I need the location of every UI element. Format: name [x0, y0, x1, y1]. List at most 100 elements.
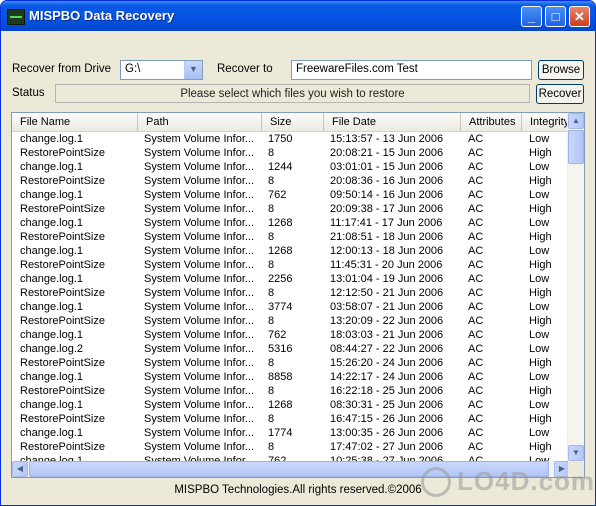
column-header-integrity[interactable]: Integrity: [522, 113, 570, 131]
cell-file-name: change.log.1: [20, 189, 83, 201]
cell-attributes: AC: [468, 231, 484, 243]
cell-size: 1750: [268, 133, 293, 145]
column-header-size[interactable]: Size: [262, 113, 324, 131]
cell-size: 8: [268, 259, 275, 271]
cell-path: System Volume Infor...: [144, 189, 255, 201]
cell-file-date: 21:08:51 - 18 Jun 2006: [330, 231, 444, 243]
cell-attributes: AC: [468, 441, 484, 453]
cell-file-name: change.log.2: [20, 343, 83, 355]
cell-integrity: Low: [529, 427, 550, 439]
cell-file-name: RestorePointSize: [20, 259, 105, 271]
table-row[interactable]: RestorePointSize System Volume Infor... 8 1…: [12, 356, 570, 370]
watermark-circle-icon: [421, 467, 451, 497]
cell-file-date: 17:47:02 - 27 Jun 2006: [330, 441, 444, 453]
table-row[interactable]: change.log.1 System Volume Infor... 1268 11…: [12, 216, 570, 230]
browse-button[interactable]: Browse: [538, 60, 584, 80]
cell-attributes: AC: [468, 399, 484, 411]
table-row[interactable]: RestorePointSize System Volume Infor... 8 1…: [12, 314, 570, 328]
table-row[interactable]: RestorePointSize System Volume Infor... 8 1…: [12, 412, 570, 426]
cell-integrity: Low: [529, 371, 550, 383]
table-row[interactable]: RestorePointSize System Volume Infor... 8 1…: [12, 384, 570, 398]
table-row[interactable]: change.log.2 System Volume Infor... 5316 08…: [12, 342, 570, 356]
cell-file-name: change.log.1: [20, 217, 83, 229]
cell-file-name: RestorePointSize: [20, 441, 105, 453]
table-row[interactable]: change.log.1 System Volume Infor... 2256 13…: [12, 272, 570, 286]
dropdown-arrow-icon[interactable]: ▼: [184, 61, 202, 79]
table-row[interactable]: RestorePointSize System Volume Infor... 8 1…: [12, 440, 570, 454]
column-header-attributes[interactable]: Attributes: [461, 113, 522, 131]
app-icon[interactable]: [7, 9, 25, 25]
table-row[interactable]: change.log.1 System Volume Infor... 3774 03…: [12, 300, 570, 314]
table-row[interactable]: RestorePointSize System Volume Infor... 8 1…: [12, 258, 570, 272]
scroll-up-icon[interactable]: ▲: [568, 113, 584, 129]
cell-size: 762: [268, 189, 287, 201]
cell-file-date: 13:20:09 - 22 Jun 2006: [330, 315, 444, 327]
table-row[interactable]: change.log.1 System Volume Infor... 762 18:…: [12, 328, 570, 342]
cell-attributes: AC: [468, 217, 484, 229]
cell-size: 8: [268, 385, 275, 397]
cell-file-date: 11:17:41 - 17 Jun 2006: [330, 217, 443, 229]
column-header-file-date[interactable]: File Date: [324, 113, 461, 131]
cell-size: 1268: [268, 217, 293, 229]
scroll-down-icon[interactable]: ▼: [568, 445, 584, 461]
table-row[interactable]: RestorePointSize System Volume Infor... 8 2…: [12, 202, 570, 216]
minimize-button[interactable]: _: [521, 6, 542, 27]
file-list[interactable]: File Name Path Size File Date Attributes…: [11, 112, 585, 478]
close-button[interactable]: ✕: [569, 6, 590, 27]
table-row[interactable]: change.log.1 System Volume Infor... 1244 03…: [12, 160, 570, 174]
cell-integrity: High: [529, 203, 552, 215]
cell-integrity: Low: [529, 133, 550, 145]
vertical-scrollbar[interactable]: ▲ ▼: [567, 113, 584, 461]
scroll-left-icon[interactable]: ◀: [12, 461, 28, 477]
table-row[interactable]: RestorePointSize System Volume Infor... 8 2…: [12, 230, 570, 244]
list-header: File Name Path Size File Date Attributes…: [12, 113, 570, 132]
table-row[interactable]: change.log.1 System Volume Infor... 762 09:…: [12, 188, 570, 202]
cell-file-name: change.log.1: [20, 273, 83, 285]
cell-path: System Volume Infor...: [144, 231, 255, 243]
recover-button[interactable]: Recover: [536, 84, 584, 104]
cell-size: 8: [268, 203, 275, 215]
app-window: MISPBO Data Recovery _ □ ✕ Recover from …: [0, 0, 596, 506]
maximize-button[interactable]: □: [545, 6, 566, 27]
cell-integrity: Low: [529, 273, 550, 285]
cell-file-name: change.log.1: [20, 399, 83, 411]
status-label: Status: [12, 87, 45, 99]
vertical-scroll-thumb[interactable]: [568, 130, 584, 164]
column-header-file-name[interactable]: File Name: [12, 113, 138, 131]
cell-file-name: RestorePointSize: [20, 315, 105, 327]
drive-select[interactable]: G:\ ▼: [120, 60, 203, 80]
table-row[interactable]: RestorePointSize System Volume Infor... 8 2…: [12, 146, 570, 160]
table-row[interactable]: change.log.1 System Volume Infor... 1774 13…: [12, 426, 570, 440]
cell-path: System Volume Infor...: [144, 413, 255, 425]
cell-file-name: RestorePointSize: [20, 147, 105, 159]
watermark-text: LO4D.com: [457, 466, 596, 496]
column-header-path[interactable]: Path: [138, 113, 262, 131]
cell-file-date: 11:45:31 - 20 Jun 2006: [330, 259, 443, 271]
recover-from-label: Recover from Drive: [12, 63, 112, 75]
table-row[interactable]: RestorePointSize System Volume Infor... 8 1…: [12, 286, 570, 300]
cell-file-name: RestorePointSize: [20, 357, 105, 369]
cell-integrity: High: [529, 147, 552, 159]
cell-file-date: 13:01:04 - 19 Jun 2006: [330, 273, 444, 285]
cell-file-date: 12:12:50 - 21 Jun 2006: [330, 287, 444, 299]
cell-path: System Volume Infor...: [144, 203, 255, 215]
cell-size: 5316: [268, 343, 293, 355]
cell-attributes: AC: [468, 161, 484, 173]
recover-to-input[interactable]: FreewareFiles.com Test: [291, 60, 532, 80]
cell-path: System Volume Infor...: [144, 399, 255, 411]
table-row[interactable]: change.log.1 System Volume Infor... 8858 14…: [12, 370, 570, 384]
status-text: Please select which files you wish to re…: [55, 84, 530, 103]
cell-path: System Volume Infor...: [144, 329, 255, 341]
table-row[interactable]: RestorePointSize System Volume Infor... 8 2…: [12, 174, 570, 188]
cell-size: 8: [268, 175, 275, 187]
table-row[interactable]: change.log.1 System Volume Infor... 1750 15…: [12, 132, 570, 146]
cell-attributes: AC: [468, 203, 484, 215]
cell-path: System Volume Infor...: [144, 287, 255, 299]
table-row[interactable]: change.log.1 System Volume Infor... 1268 08…: [12, 398, 570, 412]
cell-file-date: 08:44:27 - 22 Jun 2006: [330, 343, 444, 355]
table-row[interactable]: change.log.1 System Volume Infor... 1268 12…: [12, 244, 570, 258]
cell-size: 8: [268, 287, 275, 299]
title-bar[interactable]: MISPBO Data Recovery _ □ ✕: [1, 1, 595, 31]
cell-file-name: RestorePointSize: [20, 413, 105, 425]
cell-file-name: change.log.1: [20, 329, 83, 341]
